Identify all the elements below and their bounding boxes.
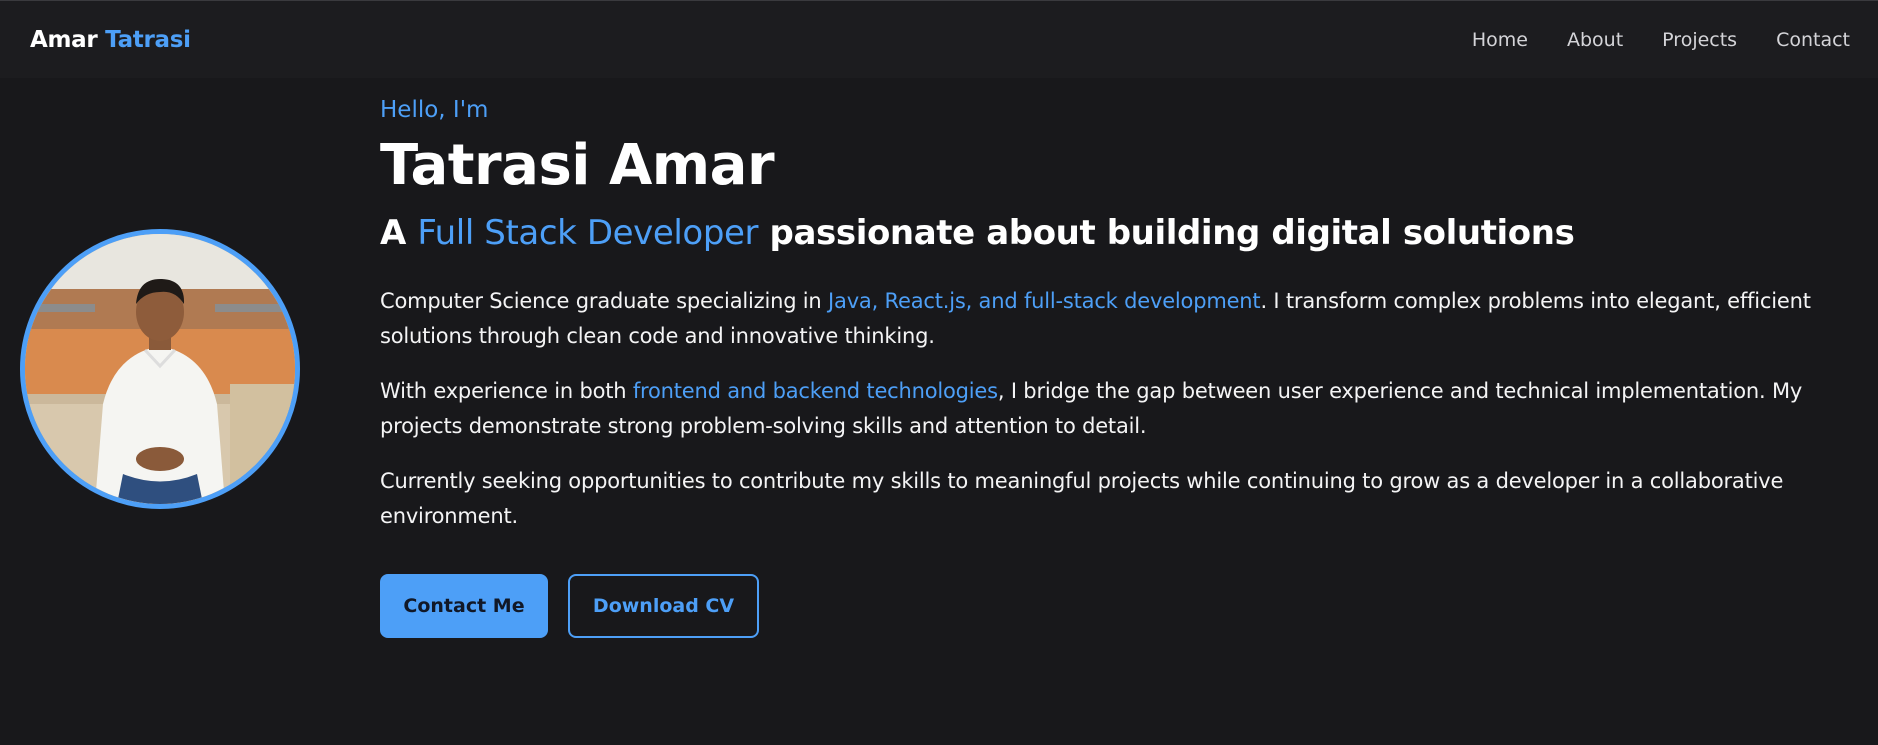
para2-highlight: frontend and backend technologies [632,379,998,403]
nav-link-projects[interactable]: Projects [1662,29,1737,51]
nav-link-about[interactable]: About [1567,29,1623,51]
tagline-accent: Full Stack Developer [417,213,759,253]
tagline-prefix: A [380,213,418,253]
brand-last-name: Tatrasi [105,26,191,53]
intro-paragraph-2: With experience in both frontend and bac… [380,374,1850,444]
avatar [20,229,300,509]
hero-section: Hello, I'm Tatrasi Amar A Full Stack Dev… [380,92,1850,638]
navbar: Amar Tatrasi Home About Projects Contact [0,0,1878,78]
hero-name: Tatrasi Amar [380,133,775,198]
nav-link-contact[interactable]: Contact [1776,29,1850,51]
nav-link-home[interactable]: Home [1472,29,1528,51]
brand-first-name: Amar [30,26,98,53]
intro-paragraph-3: Currently seeking opportunities to contr… [380,469,1784,528]
nav-links: Home About Projects Contact [1472,29,1850,51]
para1-highlight: Java, React.js, and full-stack developme… [828,289,1261,313]
intro-paragraph-1: Computer Science graduate specializing i… [380,284,1850,354]
hero-buttons: Contact Me Download CV [380,574,1850,638]
greeting-text: Hello, I'm [380,97,489,123]
para1-prefix: Computer Science graduate specializing i… [380,289,829,313]
brand-logo[interactable]: Amar Tatrasi [30,27,191,53]
para2-prefix: With experience in both [380,379,633,403]
tagline-suffix: passionate about building digital soluti… [758,213,1575,253]
profile-photo [25,234,295,504]
download-cv-button[interactable]: Download CV [568,574,759,638]
hero-tagline: A Full Stack Developer passionate about … [380,208,1850,258]
contact-me-button[interactable]: Contact Me [380,574,548,638]
